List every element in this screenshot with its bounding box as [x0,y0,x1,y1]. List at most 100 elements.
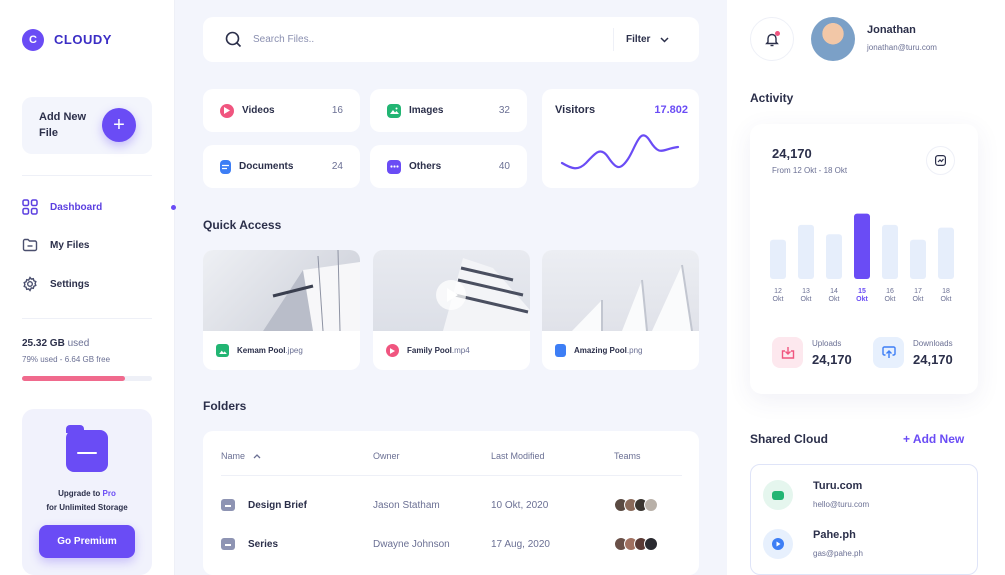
search-input[interactable]: Search Files.. [253,34,314,45]
quick-access-item[interactable]: Amazing Pool .png [542,250,699,370]
notification-dot [775,31,780,36]
chart-tick-label: Okt [801,296,812,303]
search-bar: Search Files.. Filter [203,17,699,62]
nav-item-my-files[interactable]: My Files [22,235,152,255]
add-new-file-card[interactable]: Add New File + [22,97,152,154]
play-icon [772,538,784,550]
folder-owner: Dwayne Johnson [373,539,450,550]
uploads-label: Uploads [812,338,842,348]
column-header-modified[interactable]: Last Modified [491,451,545,461]
file-name: Amazing Pool .png [555,344,642,357]
chart-tick-label: 17 [914,288,922,295]
category-documents[interactable]: Documents 24 [203,145,360,188]
upgrade-card: Upgrade to Pro for Unlimited Storage Go … [22,409,152,575]
column-header-owner[interactable]: Owner [373,451,400,461]
storage-detail: 79% used - 6.64 GB free [22,355,111,364]
add-new-button[interactable]: + Add New [903,432,964,446]
chart-bar [826,234,842,279]
file-thumbnail [542,250,699,332]
category-images[interactable]: Images 32 [370,89,527,132]
active-indicator [171,205,176,210]
category-videos[interactable]: Videos 16 [203,89,360,132]
category-label: Images [409,105,444,116]
chart-tick-label: Okt [913,296,924,303]
add-new-file-label: Add New File [39,111,87,139]
quick-access-item[interactable]: Family Pool .mp4 [373,250,530,370]
quick-access-item[interactable]: Kemam Pool .jpeg [203,250,360,370]
downloads-label: Downloads [913,338,953,348]
table-row[interactable]: Series Dwayne Johnson 17 Aug, 2020 [203,537,699,559]
cloud-icon [772,490,784,500]
avatar[interactable] [811,17,855,61]
visitors-value: 17.802 [654,104,688,116]
downloads-value: 24,170 [913,351,953,367]
storage-progress-bar [22,376,152,381]
chart-tick-label: 16 [886,288,894,295]
gear-icon [23,276,37,292]
notifications-button[interactable] [750,17,794,61]
column-header-name[interactable]: Name [221,451,261,461]
header-label: Name [221,451,246,461]
activity-value: 24,170 [772,146,812,161]
folder-name: Series [248,539,279,550]
folders-table: Name Owner Last Modified Teams Design Br… [203,431,699,575]
upload-icon [772,337,803,368]
search-icon [225,31,242,48]
avatar [644,498,658,512]
user-email: jonathan@turu.com [867,43,937,52]
play-icon [386,344,399,357]
file-base-name: Amazing Pool [574,346,627,355]
folder-modified: 10 Okt, 2020 [491,500,549,511]
play-icon [220,103,234,118]
folder-name: Design Brief [248,500,307,511]
go-premium-button[interactable]: Go Premium [39,525,135,558]
storage-progress-fill [22,376,125,381]
chart-bar [938,227,954,279]
file-base-name: Kemam Pool [237,346,286,355]
chart-tick-label: 13 [802,288,810,295]
chart-icon [935,155,946,166]
folder-icon [221,538,235,550]
filter-label: Filter [626,34,651,45]
activity-chart-button[interactable] [926,146,955,175]
shared-item-name[interactable]: Turu.com [813,480,862,492]
chart-tick-label: Okt [941,296,952,303]
table-row[interactable]: Design Brief Jason Statham 10 Okt, 2020 [203,498,699,520]
upgrade-text: Upgrade to Pro for Unlimited Storage [22,487,152,515]
category-others[interactable]: Others 40 [370,145,527,188]
chart-tick-label: Okt [856,296,868,303]
shared-item-email: gas@pahe.ph [813,549,863,558]
nav-item-settings[interactable]: Settings [22,274,152,294]
filter-dropdown[interactable]: Filter [626,34,669,45]
column-header-teams[interactable]: Teams [614,451,641,461]
activity-title: Activity [750,91,794,105]
nav-item-dashboard[interactable]: Dashboard [22,197,152,217]
team-avatars [614,537,658,551]
downloads-stat: Downloads 24,170 [873,337,953,368]
category-label: Others [409,161,442,172]
category-count: 32 [498,105,510,116]
image-icon [216,344,229,357]
activity-card: 24,170 From 12 Okt - 18 Okt 12 Okt 13 Okt 14… [750,124,978,394]
brand-name: CLOUDY [54,32,112,47]
chart-tick-label: Okt [773,296,784,303]
add-file-button[interactable]: + [102,108,136,142]
shared-item-name[interactable]: Pahe.ph [813,529,856,541]
file-thumbnail [203,250,360,332]
category-count: 40 [498,161,510,172]
file-ext: .jpeg [285,346,303,355]
category-count: 16 [331,105,343,116]
file-name: Family Pool .mp4 [386,344,470,357]
user-name: Jonathan [867,24,916,36]
visitors-card: Visitors 17.802 [542,89,699,188]
activity-range: From 12 Okt - 18 Okt [772,166,848,175]
more-icon [387,159,401,174]
storage-used-suffix: used [67,338,90,349]
activity-bar-chart: 12Okt13Okt14Okt15Okt16Okt17Okt18Okt [770,213,954,303]
chevron-down-icon [660,36,669,43]
avatar [644,537,658,551]
upgrade-pro: Pro [102,489,116,498]
divider [22,318,152,319]
storage-used-value: 25.32 GB [22,338,65,349]
download-icon [873,337,904,368]
